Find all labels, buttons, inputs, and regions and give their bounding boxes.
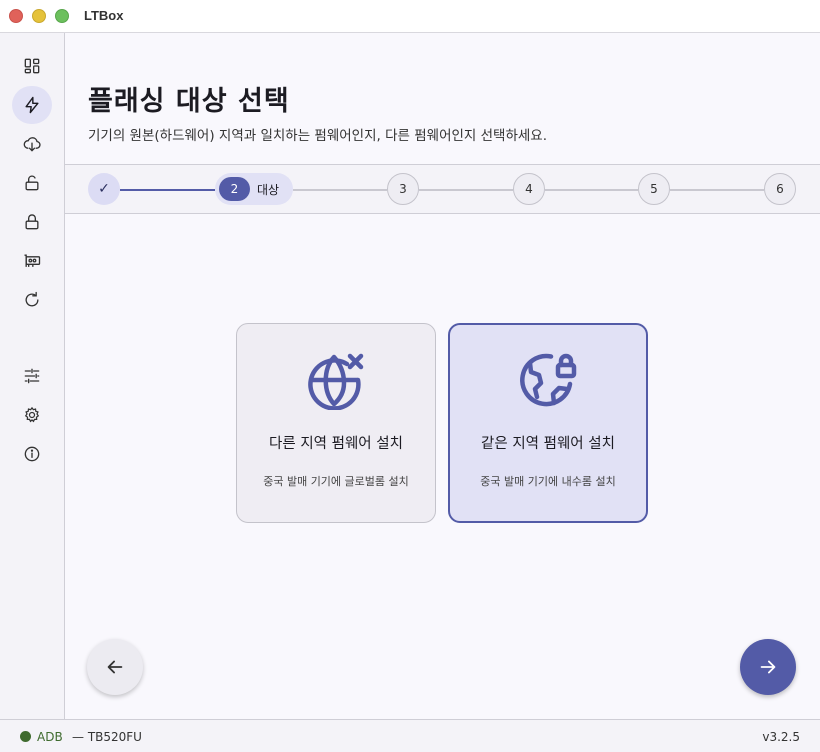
flash-icon bbox=[25, 96, 39, 114]
sidebar-item-unlock[interactable] bbox=[12, 164, 52, 202]
option-title: 같은 지역 펌웨어 설치 bbox=[481, 436, 615, 452]
step-connector-2 bbox=[293, 189, 387, 191]
dashboard-icon bbox=[24, 58, 40, 74]
cloud-download-icon bbox=[23, 137, 41, 152]
sidebar bbox=[0, 33, 65, 719]
option-description: 중국 발매 기기에 글로벌롬 설치 bbox=[263, 475, 409, 488]
globe-x-icon bbox=[308, 353, 364, 410]
next-button[interactable] bbox=[740, 639, 796, 695]
arrow-right-icon bbox=[760, 660, 776, 674]
step-1-done[interactable]: ✓ bbox=[88, 173, 120, 205]
sidebar-item-download[interactable] bbox=[12, 125, 52, 163]
connection-status-dot bbox=[20, 731, 31, 742]
sidebar-item-refresh[interactable] bbox=[12, 281, 52, 319]
minimize-window-button[interactable] bbox=[32, 9, 46, 23]
step-connector-5 bbox=[670, 189, 764, 191]
arrow-left-icon bbox=[107, 660, 123, 674]
step-2-active[interactable]: 2 대상 bbox=[215, 173, 293, 205]
sidebar-item-dashboard[interactable] bbox=[12, 47, 52, 85]
title-bar: LTBox bbox=[0, 0, 820, 33]
step-connector-3 bbox=[419, 189, 513, 191]
back-button[interactable] bbox=[87, 639, 143, 695]
option-description: 중국 발매 기기에 내수롬 설치 bbox=[480, 475, 616, 488]
refresh-icon bbox=[25, 291, 39, 307]
connection-mode: ADB bbox=[37, 730, 63, 744]
status-bar: ADB — TB520FU v3.2.5 bbox=[0, 719, 820, 752]
step-5[interactable]: 5 bbox=[638, 173, 670, 205]
step-6[interactable]: 6 bbox=[764, 173, 796, 205]
chip-icon bbox=[24, 254, 41, 267]
main-content: 플래싱 대상 선택 기기의 원본(하드웨어) 지역과 일치하는 펌웨어인지, 다… bbox=[65, 33, 820, 719]
option-title: 다른 지역 펌웨어 설치 bbox=[269, 436, 403, 452]
sidebar-item-options[interactable] bbox=[12, 357, 52, 395]
window-title: LTBox bbox=[84, 8, 124, 23]
info-icon bbox=[24, 446, 40, 462]
page-subtitle: 기기의 원본(하드웨어) 지역과 일치하는 펌웨어인지, 다른 펌웨어인지 선택… bbox=[88, 128, 548, 144]
maximize-window-button[interactable] bbox=[55, 9, 69, 23]
step-3[interactable]: 3 bbox=[387, 173, 419, 205]
gear-icon bbox=[24, 406, 40, 423]
close-window-button[interactable] bbox=[9, 9, 23, 23]
step-4[interactable]: 4 bbox=[513, 173, 545, 205]
sidebar-item-settings[interactable] bbox=[12, 396, 52, 434]
sliders-icon bbox=[24, 368, 40, 384]
page-title: 플래싱 대상 선택 bbox=[88, 86, 290, 117]
step-connector-4 bbox=[545, 189, 638, 191]
sidebar-item-info[interactable] bbox=[12, 435, 52, 473]
step-2-number: 2 bbox=[219, 177, 250, 201]
option-same-region-card[interactable]: 같은 지역 펌웨어 설치 중국 발매 기기에 내수롬 설치 bbox=[448, 323, 648, 523]
stepper: ✓ 2 대상 3 4 5 6 bbox=[65, 164, 820, 214]
device-model: — TB520FU bbox=[72, 730, 142, 744]
unlock-icon bbox=[25, 175, 39, 191]
option-different-region-card[interactable]: 다른 지역 펌웨어 설치 중국 발매 기기에 글로벌롬 설치 bbox=[236, 323, 436, 523]
sidebar-item-chip[interactable] bbox=[12, 242, 52, 280]
lock-icon bbox=[25, 214, 39, 230]
step-connector-1 bbox=[120, 189, 215, 191]
app-version: v3.2.5 bbox=[762, 730, 800, 744]
sidebar-item-lock[interactable] bbox=[12, 203, 52, 241]
step-2-label: 대상 bbox=[257, 183, 280, 197]
globe-lock-icon bbox=[520, 353, 577, 407]
sidebar-item-flash[interactable] bbox=[12, 86, 52, 124]
